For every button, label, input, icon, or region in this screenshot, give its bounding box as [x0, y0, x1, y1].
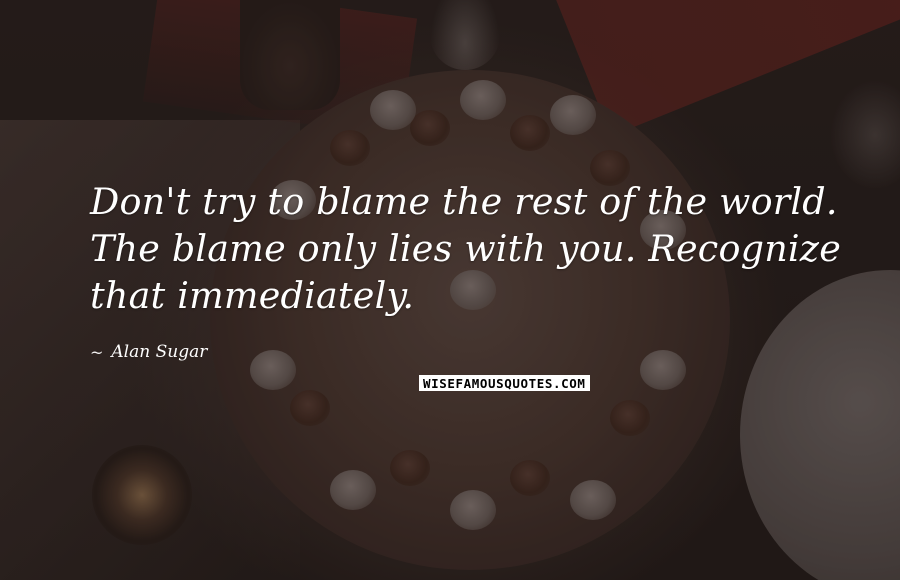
author-name: Alan Sugar: [111, 342, 208, 362]
watermark-logo: WISEFAMOUSQUOTES.COM: [419, 375, 590, 391]
background-photo: Don't try to blame the rest of the world…: [0, 0, 900, 580]
author-attribution: ~ Alan Sugar: [90, 342, 207, 362]
quote-text: Don't try to blame the rest of the world…: [90, 178, 850, 319]
quote-line: The blame only lies with you. Recognize: [90, 227, 842, 270]
tilde-dash-icon: ~: [90, 342, 104, 362]
quote-line: that immediately.: [90, 274, 415, 317]
quote-line: Don't try to blame the rest of the world…: [90, 180, 838, 223]
